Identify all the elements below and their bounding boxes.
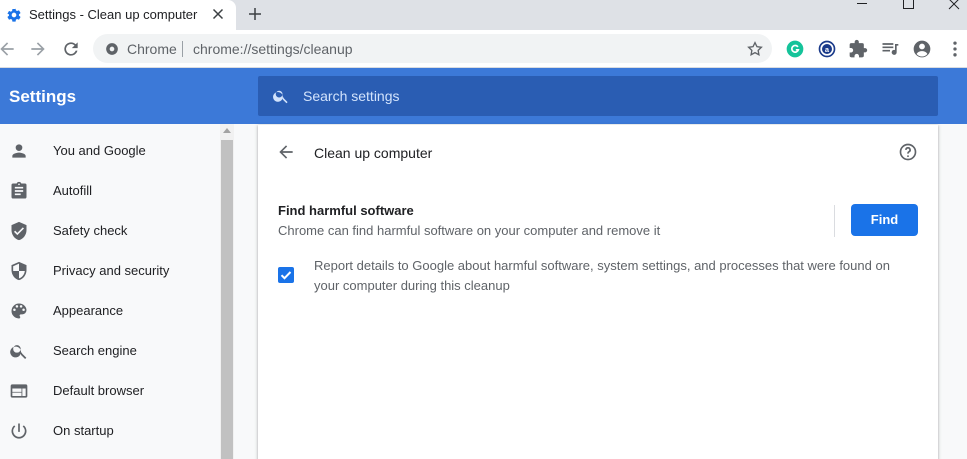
grammarly-icon[interactable] — [785, 39, 805, 59]
sidebar-item-label: Search engine — [53, 343, 137, 358]
sidebar-item-on-startup[interactable]: On startup — [0, 411, 220, 451]
sidebar-scrollbar[interactable] — [220, 124, 234, 459]
close-icon[interactable] — [209, 5, 227, 23]
browser-toolbar: Chrome chrome://settings/cleanup a — [0, 30, 967, 68]
back-arrow-icon[interactable] — [0, 39, 17, 59]
close-icon[interactable] — [939, 0, 967, 30]
find-harmful-software-title: Find harmful software — [278, 203, 414, 218]
sidebar-item-label: On startup — [53, 423, 114, 438]
sidebar-item-label: Appearance — [53, 303, 124, 318]
tab-strip: Settings - Clean up computer — [0, 0, 967, 30]
sidebar-item-label: You and Google — [53, 143, 146, 158]
omnibox-separator — [182, 41, 183, 57]
menu-icon[interactable] — [945, 39, 965, 59]
report-details-label: Report details to Google about harmful s… — [314, 258, 890, 293]
sidebar-item-you-and-google[interactable]: You and Google — [0, 131, 220, 171]
find-button[interactable]: Find — [851, 204, 918, 236]
search-settings-bar[interactable]: Search settings — [258, 76, 938, 116]
profile-icon[interactable] — [912, 39, 932, 59]
sidebar-item-label: Privacy and security — [53, 263, 170, 278]
checkmark-icon — [280, 271, 292, 280]
puzzle-icon[interactable] — [848, 39, 868, 59]
cleanup-card: Clean up computer Find harmful software … — [258, 125, 938, 459]
reload-icon[interactable] — [61, 39, 81, 59]
settings-title: Settings — [9, 87, 77, 106]
sidebar-item-default-browser[interactable]: Default browser — [0, 371, 220, 411]
forward-arrow-icon[interactable] — [28, 39, 48, 59]
sidebar-item-search-engine[interactable]: Search engine — [0, 331, 220, 371]
sidebar-item-label: Autofill — [53, 183, 93, 198]
find-harmful-software-description: Chrome can find harmful software on your… — [278, 223, 661, 238]
url-text[interactable]: chrome://settings/cleanup — [193, 41, 353, 57]
scroll-thumb[interactable] — [221, 140, 233, 459]
settings-header: Settings Search settings — [0, 68, 967, 124]
back-arrow-icon[interactable] — [276, 142, 296, 162]
gear-icon — [7, 8, 21, 22]
star-icon[interactable] — [746, 40, 764, 58]
scroll-up-arrow-icon[interactable] — [223, 128, 231, 133]
chrome-icon — [106, 43, 118, 55]
help-icon[interactable] — [898, 142, 918, 162]
divider — [834, 205, 835, 237]
sidebar-item-appearance[interactable]: Appearance — [0, 291, 220, 331]
power-icon — [11, 423, 27, 439]
shield-half-icon — [11, 261, 27, 281]
browser-window: Settings - Clean up computer Chrome chro… — [0, 0, 967, 459]
omnibox-origin: Chrome — [127, 41, 177, 57]
search-input[interactable]: Search settings — [303, 88, 400, 104]
sidebar-item-safety-check[interactable]: Safety check — [0, 211, 220, 251]
sidebar-item-label: Default browser — [53, 383, 145, 398]
plus-icon[interactable] — [246, 5, 264, 23]
shield-check-icon — [11, 221, 27, 241]
report-details-checkbox[interactable] — [278, 267, 294, 283]
palette-icon — [11, 303, 27, 319]
sidebar-item-label: Safety check — [53, 223, 128, 238]
search-icon — [273, 90, 288, 104]
person-icon — [12, 144, 26, 158]
minimize-icon[interactable] — [847, 0, 877, 30]
settings-sidebar: You and Google Autofill Safety check Pri… — [0, 124, 220, 459]
active-tab[interactable]: Settings - Clean up computer — [0, 0, 236, 30]
browser-icon — [10, 384, 28, 398]
sidebar-item-privacy-and-security[interactable]: Privacy and security — [0, 251, 220, 291]
address-bar[interactable]: Chrome chrome://settings/cleanup — [93, 34, 772, 63]
maximize-icon[interactable] — [893, 0, 923, 30]
page-title: Clean up computer — [314, 145, 433, 161]
clipboard-icon — [11, 181, 27, 199]
reading-list-icon[interactable] — [880, 39, 900, 59]
search-icon — [10, 345, 27, 359]
sidebar-item-autofill[interactable]: Autofill — [0, 171, 220, 211]
extension-a-icon[interactable]: a — [817, 39, 837, 59]
tab-title: Settings - Clean up computer — [29, 7, 198, 22]
